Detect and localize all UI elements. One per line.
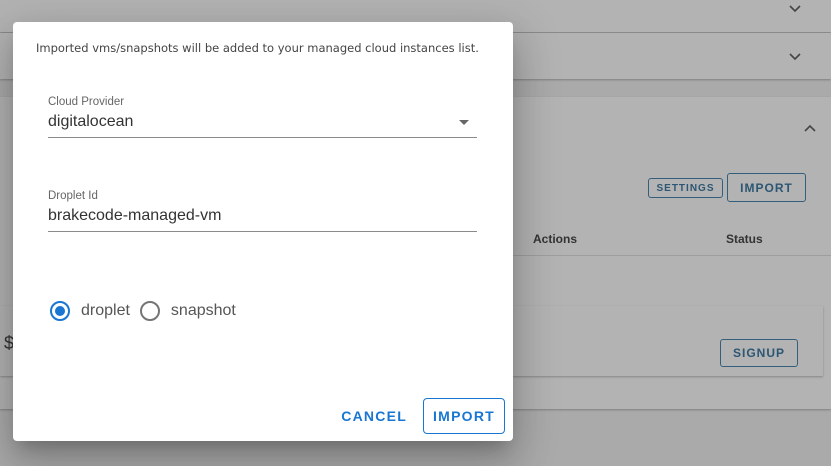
chevron-down-icon[interactable] xyxy=(788,50,802,64)
import-dialog: Imported vms/snapshots will be added to … xyxy=(13,22,513,441)
droplet-id-underline xyxy=(48,231,477,232)
dialog-intro-text: Imported vms/snapshots will be added to … xyxy=(36,41,479,55)
cloud-provider-select[interactable]: Cloud Provider digitalocean xyxy=(48,96,477,138)
dropdown-caret-icon[interactable] xyxy=(459,119,469,125)
import-type-radio-group: droplet snapshot xyxy=(50,301,246,321)
radio-snapshot[interactable]: snapshot xyxy=(139,301,236,321)
cloud-provider-value: digitalocean xyxy=(48,113,134,130)
droplet-id-field[interactable]: Droplet Id brakecode-managed-vm xyxy=(48,190,477,232)
bg-table-header-status: Status xyxy=(726,232,763,246)
radio-droplet[interactable]: droplet xyxy=(50,301,130,321)
bg-settings-button[interactable]: SETTINGS xyxy=(648,178,723,198)
dialog-actions: CANCEL IMPORT xyxy=(333,398,505,434)
bg-table-header-actions: Actions xyxy=(533,232,578,246)
radio-checked-icon[interactable] xyxy=(50,301,70,321)
bg-table-divider xyxy=(513,255,831,256)
droplet-id-label: Droplet Id xyxy=(48,190,98,202)
cloud-provider-label: Cloud Provider xyxy=(48,96,125,108)
page: SETTINGS IMPORT Actions Status $ SIGNUP … xyxy=(0,0,831,466)
radio-unchecked-icon[interactable] xyxy=(139,301,160,321)
cloud-provider-underline xyxy=(48,137,477,138)
cancel-button[interactable]: CANCEL xyxy=(333,398,415,434)
droplet-id-value: brakecode-managed-vm xyxy=(48,207,222,224)
chevron-up-icon[interactable] xyxy=(803,121,817,135)
import-button[interactable]: IMPORT xyxy=(423,398,505,434)
radio-snapshot-label: snapshot xyxy=(170,302,236,319)
radio-droplet-label: droplet xyxy=(81,302,130,319)
bg-signup-button[interactable]: SIGNUP xyxy=(720,339,798,367)
chevron-down-icon[interactable] xyxy=(788,2,802,16)
bg-import-button[interactable]: IMPORT xyxy=(727,173,806,202)
droplet-id-input[interactable]: brakecode-managed-vm xyxy=(48,205,477,227)
cloud-provider-value-row[interactable]: digitalocean xyxy=(48,111,477,133)
